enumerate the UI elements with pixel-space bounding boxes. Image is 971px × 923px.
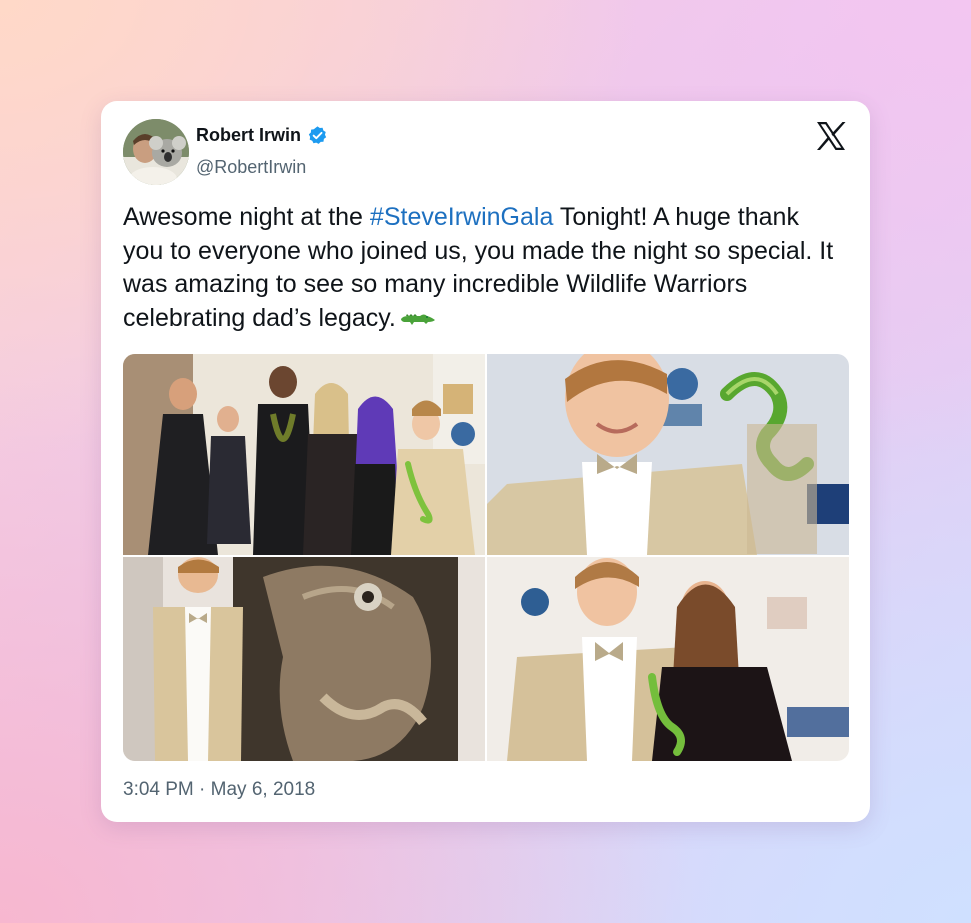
iguana-image <box>123 557 485 761</box>
group-photo[interactable] <box>123 354 485 555</box>
siblings-image <box>487 557 849 761</box>
siblings-photo[interactable] <box>487 557 849 761</box>
hashtag-link[interactable]: #SteveIrwinGala <box>370 203 553 231</box>
group-photo-image <box>123 354 485 555</box>
author-display-name[interactable]: Robert Irwin <box>196 125 301 146</box>
author-handle[interactable]: @RobertIrwin <box>196 157 306 178</box>
tweet-timestamp[interactable]: 3:04 PM · May 6, 2018 <box>123 779 315 801</box>
crocodile-emoji-icon <box>400 313 435 325</box>
author-name-row[interactable]: Robert Irwin <box>196 125 328 146</box>
iguana-photo[interactable] <box>123 557 485 761</box>
tweet-text-before: Awesome night at the <box>123 203 370 231</box>
snake-closeup-image <box>487 354 849 555</box>
tweet-card[interactable]: Robert Irwin @RobertIrwin Awesome night … <box>101 101 870 822</box>
media-grid[interactable] <box>123 354 849 761</box>
verified-badge-icon <box>308 126 327 144</box>
koala-avatar-icon <box>123 119 189 185</box>
x-logo-icon[interactable] <box>814 119 848 153</box>
tweet-text: Awesome night at the #SteveIrwinGala Ton… <box>123 201 843 335</box>
snake-closeup-photo[interactable] <box>487 354 849 555</box>
avatar[interactable] <box>123 119 189 185</box>
